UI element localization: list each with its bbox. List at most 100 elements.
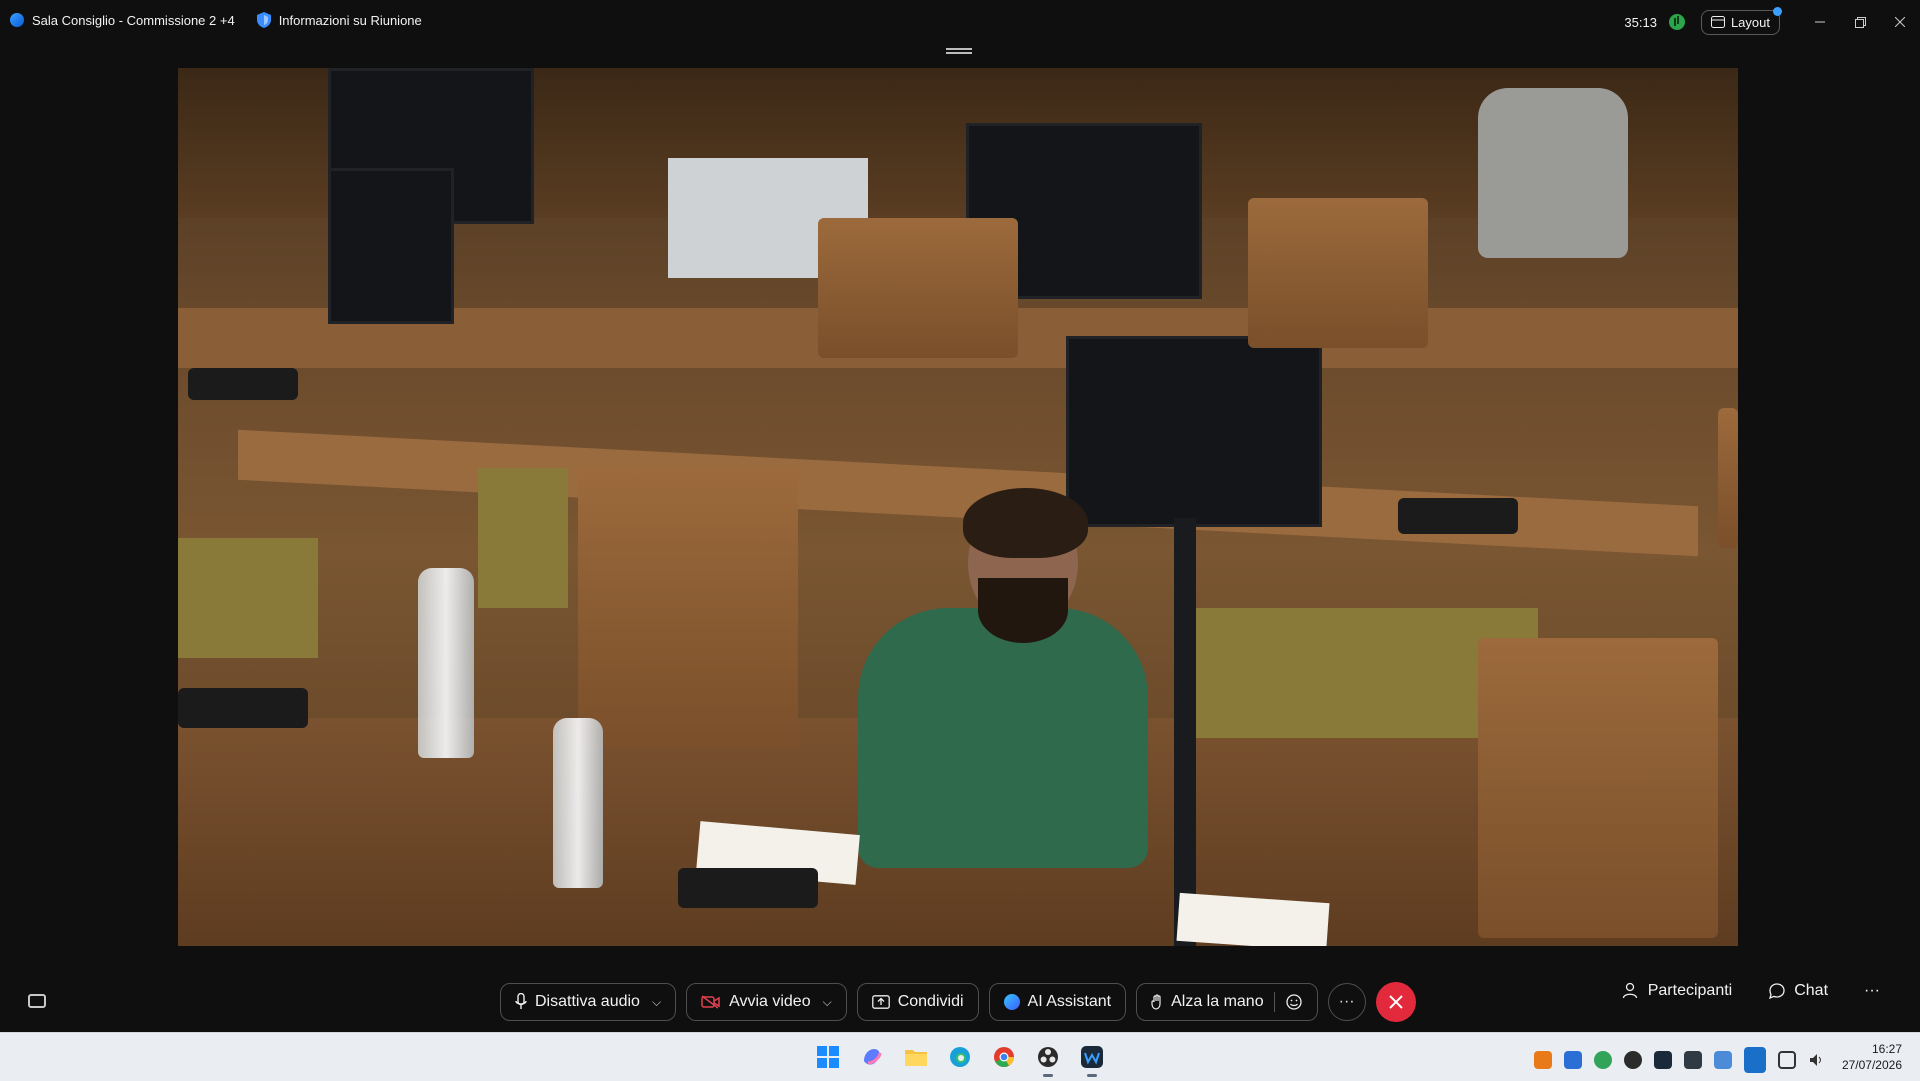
participants-label: Partecipanti <box>1647 982 1733 999</box>
video-microphone-base <box>678 868 818 908</box>
title-bar-left: Sala Consiglio - Commissione 2 +4 Inform… <box>10 12 422 28</box>
mute-button[interactable]: Disattiva audio ⌵ <box>500 983 677 1021</box>
video-microphone-base <box>178 688 308 728</box>
ai-assistant-label: AI Assistant <box>1027 993 1112 1010</box>
video-panel <box>178 538 318 658</box>
tray-drive-icon[interactable] <box>1594 1051 1612 1069</box>
reactions-icon[interactable] <box>1285 993 1303 1011</box>
video-label: Avvia video <box>729 993 811 1010</box>
volume-icon[interactable] <box>1808 1052 1824 1068</box>
video-water-bottle <box>553 718 603 888</box>
windows-start-button[interactable] <box>812 1041 844 1073</box>
close-button[interactable] <box>1880 8 1920 36</box>
drag-handle[interactable] <box>946 48 972 54</box>
divider <box>1273 992 1275 1012</box>
chat-button[interactable]: Chat <box>1768 982 1828 1000</box>
copilot-icon <box>864 1049 882 1065</box>
system-tray <box>1534 1047 1824 1073</box>
title-bar: Sala Consiglio - Commissione 2 +4 Inform… <box>0 0 1920 44</box>
controls-center: Disattiva audio ⌵ Avvia video ⌵ Condivid… <box>500 982 1416 1022</box>
notification-dot <box>1773 6 1782 16</box>
taskbar-file-explorer[interactable] <box>900 1041 932 1073</box>
video-off-icon <box>701 995 720 1009</box>
layout-label: Layout <box>1730 14 1770 30</box>
participants-button[interactable]: Partecipanti <box>1622 982 1733 1000</box>
meeting-info-link[interactable]: Informazioni su Riunione <box>279 13 422 28</box>
taskbar-copilot[interactable] <box>856 1041 888 1073</box>
minimize-button[interactable] <box>1800 8 1840 36</box>
chat-icon <box>1769 983 1785 1000</box>
video-person-body <box>858 608 1148 868</box>
video-monitor-stand <box>1174 518 1196 946</box>
tray-microphone-icon[interactable] <box>1744 1047 1766 1073</box>
windows-logo-icon <box>817 1046 839 1068</box>
network-quality-icon[interactable] <box>1668 14 1685 30</box>
closed-captions-icon[interactable] <box>28 994 46 1008</box>
ai-assistant-icon <box>1003 994 1020 1010</box>
taskbar-chrome[interactable] <box>988 1041 1020 1073</box>
video-monitor <box>328 168 454 324</box>
taskbar-apps <box>812 1041 1108 1077</box>
share-button[interactable]: Condividi <box>856 983 979 1021</box>
video-button[interactable]: Avvia video ⌵ <box>686 983 847 1021</box>
chrome-icon <box>994 1047 1015 1068</box>
tray-webex-icon[interactable] <box>1654 1051 1672 1069</box>
tray-monitor-icon[interactable] <box>1684 1051 1702 1069</box>
minimize-icon <box>1815 21 1825 23</box>
participants-icon <box>1622 982 1637 999</box>
chevron-down-icon[interactable]: ⌵ <box>823 995 832 1010</box>
video-chair <box>1718 408 1738 548</box>
microphone-icon <box>515 993 527 1009</box>
video-chair <box>1248 198 1428 348</box>
restore-icon <box>1854 16 1866 28</box>
tray-security-icon[interactable] <box>1714 1051 1732 1069</box>
more-label: ··· <box>1338 993 1355 1010</box>
edge-icon <box>950 1047 970 1067</box>
video-person-beard <box>978 578 1068 643</box>
hand-icon <box>1151 994 1161 1010</box>
folder-icon <box>905 1050 927 1066</box>
video-microphone-base <box>188 368 298 400</box>
layout-button[interactable]: Layout <box>1700 6 1782 35</box>
raise-hand-label: Alza la mano <box>1171 993 1264 1010</box>
layout-icon <box>1710 16 1725 28</box>
shield-icon[interactable] <box>256 12 271 28</box>
close-icon <box>1388 995 1403 1009</box>
more-options-button[interactable]: ··· <box>1327 983 1366 1021</box>
video-paper <box>1176 892 1330 946</box>
mute-label: Disattiva audio <box>535 993 640 1010</box>
chat-label: Chat <box>1794 982 1829 999</box>
close-icon <box>1895 17 1905 27</box>
meeting-timer: 35:13 <box>1624 14 1657 30</box>
taskbar-webex[interactable] <box>1076 1041 1108 1077</box>
ai-assistant-button[interactable]: AI Assistant <box>988 983 1127 1021</box>
title-bar-right: 35:13 Layout <box>1624 6 1920 36</box>
overflow-label: ··· <box>1864 982 1880 999</box>
overflow-menu-button[interactable]: ··· <box>1864 982 1880 1000</box>
video-feed[interactable] <box>178 68 1738 946</box>
meeting-controls: Disattiva audio ⌵ Avvia video ⌵ Condivid… <box>0 966 1920 1032</box>
video-ornament <box>1478 88 1628 258</box>
tray-obs-icon[interactable] <box>1624 1051 1642 1069</box>
video-chair <box>578 468 798 748</box>
raise-hand-button[interactable]: Alza la mano <box>1136 983 1318 1021</box>
tray-teams-icon[interactable] <box>1564 1051 1582 1069</box>
tray-app-icon[interactable] <box>1534 1051 1552 1069</box>
video-panel <box>478 468 568 608</box>
video-chair <box>818 218 1018 358</box>
share-label: Condividi <box>897 993 964 1010</box>
taskbar-obs[interactable] <box>1032 1041 1064 1077</box>
restore-button[interactable] <box>1840 8 1880 36</box>
video-monitor <box>1066 336 1322 527</box>
meeting-title: Sala Consiglio - Commissione 2 +4 <box>32 12 235 28</box>
tray-network-icon[interactable] <box>1778 1051 1796 1069</box>
webex-icon <box>1081 1046 1103 1068</box>
obs-icon <box>1038 1047 1058 1067</box>
webex-logo-icon <box>10 13 24 27</box>
taskbar-edge[interactable] <box>944 1041 976 1073</box>
chevron-down-icon[interactable]: ⌵ <box>652 995 661 1010</box>
windows-taskbar: 16:27 27/07/2026 <box>0 1032 1920 1081</box>
taskbar-clock[interactable]: 16:27 27/07/2026 <box>1842 1041 1902 1073</box>
video-person-hair <box>963 488 1088 558</box>
end-call-button[interactable] <box>1375 982 1416 1022</box>
